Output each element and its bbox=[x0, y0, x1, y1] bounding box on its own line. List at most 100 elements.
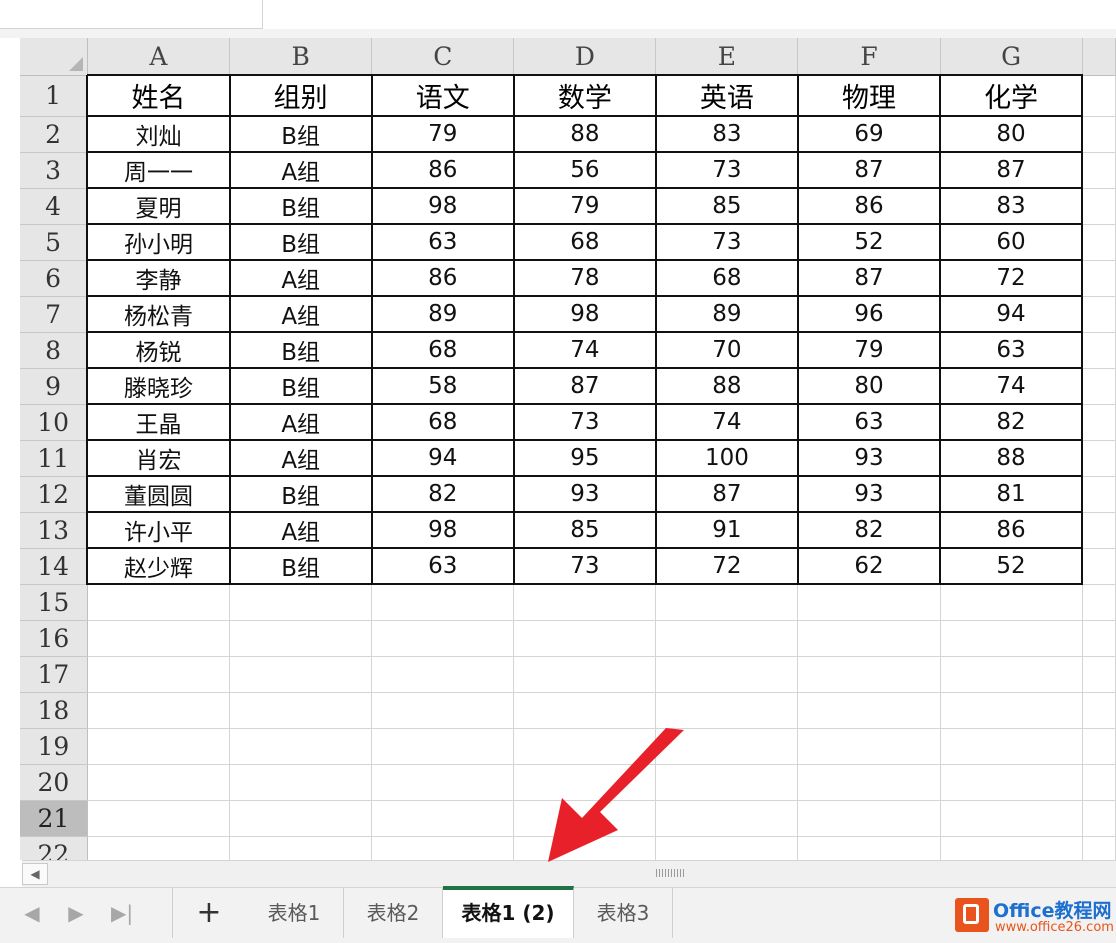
empty-cell[interactable] bbox=[1082, 764, 1116, 801]
row-header[interactable]: 19 bbox=[0, 728, 88, 765]
data-cell[interactable]: 69 bbox=[796, 115, 942, 153]
column-header-g[interactable]: G bbox=[940, 38, 1083, 76]
row-header[interactable]: 3 bbox=[0, 152, 88, 189]
empty-cell[interactable] bbox=[513, 620, 657, 657]
last-sheet-icon[interactable]: ▶| bbox=[108, 898, 136, 928]
empty-cell[interactable] bbox=[513, 836, 657, 860]
row-header[interactable]: 12 bbox=[0, 476, 88, 513]
empty-cell[interactable] bbox=[1082, 296, 1116, 333]
data-cell[interactable]: 赵少辉 bbox=[86, 547, 231, 585]
data-cell[interactable]: 63 bbox=[939, 331, 1084, 369]
data-cell[interactable]: 87 bbox=[939, 151, 1084, 189]
data-cell[interactable]: 81 bbox=[939, 475, 1084, 513]
empty-cell[interactable] bbox=[87, 656, 231, 693]
data-cell[interactable]: 94 bbox=[370, 439, 515, 477]
empty-cell[interactable] bbox=[1082, 188, 1116, 225]
data-cell[interactable]: 74 bbox=[512, 331, 657, 369]
empty-cell[interactable] bbox=[229, 620, 373, 657]
empty-cell[interactable] bbox=[513, 728, 657, 765]
empty-cell[interactable] bbox=[655, 692, 799, 729]
data-cell[interactable]: 93 bbox=[512, 475, 657, 513]
scroll-grip-icon[interactable] bbox=[656, 869, 684, 877]
empty-cell[interactable] bbox=[371, 692, 515, 729]
data-cell[interactable]: 73 bbox=[654, 151, 799, 189]
sheet-tab[interactable]: 表格3 bbox=[574, 888, 673, 938]
data-cell[interactable]: 68 bbox=[512, 223, 657, 261]
data-cell[interactable]: 79 bbox=[370, 115, 515, 153]
data-cell[interactable]: B组 bbox=[228, 223, 373, 261]
data-cell[interactable]: 98 bbox=[370, 511, 515, 549]
data-cell[interactable]: A组 bbox=[228, 259, 373, 297]
prev-sheet-icon[interactable]: ◀ bbox=[18, 898, 46, 928]
empty-cell[interactable] bbox=[797, 692, 941, 729]
data-cell[interactable]: 83 bbox=[939, 187, 1084, 225]
data-cell[interactable]: 98 bbox=[512, 295, 657, 333]
data-cell[interactable]: 74 bbox=[654, 403, 799, 441]
empty-cell[interactable] bbox=[1082, 440, 1116, 477]
row-header[interactable]: 20 bbox=[0, 764, 88, 801]
data-cell[interactable]: 56 bbox=[512, 151, 657, 189]
empty-cell[interactable] bbox=[371, 620, 515, 657]
data-cell[interactable]: B组 bbox=[228, 331, 373, 369]
empty-cell[interactable] bbox=[797, 620, 941, 657]
empty-cell[interactable] bbox=[940, 728, 1083, 765]
empty-cell[interactable] bbox=[1082, 476, 1116, 513]
empty-cell[interactable] bbox=[229, 764, 373, 801]
empty-cell[interactable] bbox=[87, 584, 231, 621]
empty-cell[interactable] bbox=[229, 656, 373, 693]
empty-cell[interactable] bbox=[1082, 584, 1116, 621]
header-cell[interactable]: 数学 bbox=[512, 74, 657, 117]
data-cell[interactable]: 孙小明 bbox=[86, 223, 231, 261]
data-cell[interactable]: 夏明 bbox=[86, 187, 231, 225]
row-header[interactable]: 8 bbox=[0, 332, 88, 369]
data-cell[interactable]: 68 bbox=[370, 331, 515, 369]
empty-cell[interactable] bbox=[229, 584, 373, 621]
data-cell[interactable]: 88 bbox=[654, 367, 799, 405]
empty-cell[interactable] bbox=[229, 728, 373, 765]
empty-cell[interactable] bbox=[1082, 656, 1116, 693]
data-cell[interactable]: 73 bbox=[512, 547, 657, 585]
empty-cell[interactable] bbox=[655, 728, 799, 765]
empty-cell[interactable] bbox=[940, 764, 1083, 801]
data-cell[interactable]: 82 bbox=[939, 403, 1084, 441]
data-cell[interactable]: 82 bbox=[370, 475, 515, 513]
row-header[interactable]: 18 bbox=[0, 692, 88, 729]
empty-cell[interactable] bbox=[87, 800, 231, 837]
empty-cell[interactable] bbox=[371, 656, 515, 693]
row-header[interactable]: 4 bbox=[0, 188, 88, 225]
empty-cell[interactable] bbox=[797, 764, 941, 801]
empty-cell[interactable] bbox=[1082, 620, 1116, 657]
empty-cell[interactable] bbox=[940, 836, 1083, 860]
empty-cell[interactable] bbox=[513, 656, 657, 693]
data-cell[interactable]: 93 bbox=[796, 475, 942, 513]
row-header[interactable]: 22 bbox=[0, 836, 88, 860]
header-cell[interactable]: 语文 bbox=[370, 74, 515, 117]
row-header[interactable]: 5 bbox=[0, 224, 88, 261]
data-cell[interactable]: 89 bbox=[370, 295, 515, 333]
data-cell[interactable]: B组 bbox=[228, 475, 373, 513]
data-cell[interactable]: 83 bbox=[654, 115, 799, 153]
empty-cell[interactable] bbox=[229, 692, 373, 729]
data-cell[interactable]: 79 bbox=[796, 331, 942, 369]
empty-cell[interactable] bbox=[797, 584, 941, 621]
column-header-b[interactable]: B bbox=[229, 38, 373, 76]
empty-cell[interactable] bbox=[87, 620, 231, 657]
empty-cell[interactable] bbox=[513, 764, 657, 801]
data-cell[interactable]: 52 bbox=[939, 547, 1084, 585]
empty-cell[interactable] bbox=[229, 836, 373, 860]
data-cell[interactable]: 63 bbox=[796, 403, 942, 441]
data-cell[interactable]: 86 bbox=[939, 511, 1084, 549]
data-cell[interactable]: 86 bbox=[370, 259, 515, 297]
header-cell[interactable]: 化学 bbox=[939, 74, 1084, 117]
empty-cell[interactable] bbox=[940, 584, 1083, 621]
empty-cell[interactable] bbox=[655, 764, 799, 801]
data-cell[interactable]: 70 bbox=[654, 331, 799, 369]
row-header[interactable]: 17 bbox=[0, 656, 88, 693]
empty-cell[interactable] bbox=[797, 728, 941, 765]
row-header[interactable]: 21 bbox=[0, 800, 88, 837]
row-header[interactable]: 16 bbox=[0, 620, 88, 657]
header-cell[interactable]: 组别 bbox=[228, 74, 373, 117]
data-cell[interactable]: 87 bbox=[512, 367, 657, 405]
row-header[interactable]: 15 bbox=[0, 584, 88, 621]
data-cell[interactable]: 88 bbox=[939, 439, 1084, 477]
